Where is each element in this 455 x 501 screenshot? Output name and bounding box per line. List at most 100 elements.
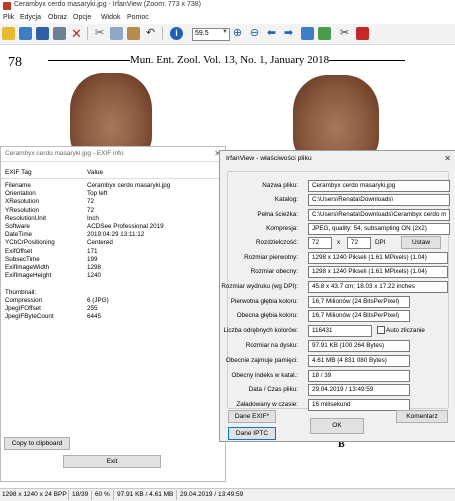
index-label: Obecny indeks w katal.: [231, 372, 299, 379]
colors-count-field[interactable]: 116431 [308, 325, 372, 337]
zoom-in-icon[interactable]: ⊕ [231, 27, 244, 40]
header-rule [48, 60, 130, 61]
exif-table-row[interactable]: XResolution 72 [1, 198, 225, 206]
next-icon[interactable]: ➡ [282, 27, 295, 40]
ok-button[interactable]: OK [310, 418, 364, 434]
disk-size-value: 97.91 KB (100 264 Bytes) [312, 342, 385, 349]
exif-table-row[interactable]: YCbCrPositioning Centered [1, 239, 225, 247]
undo-icon[interactable]: ↶ [144, 27, 157, 40]
disk-size-field[interactable]: 97.91 KB (100 264 Bytes) [308, 340, 410, 352]
original-size-field[interactable]: 1298 x 1240 Pikseli (1.61 MPixels) (1.04… [308, 252, 448, 264]
previous-icon[interactable]: ⬅ [265, 27, 278, 40]
exif-table-row[interactable]: Compression 6 (JPG) [1, 297, 225, 305]
copy-to-clipboard-button[interactable]: Copy to clipboard [4, 437, 70, 450]
print-icon[interactable] [53, 27, 66, 40]
directory-field[interactable]: C:\Users\Renata\Downloads\ [308, 194, 450, 206]
exif-table-row[interactable]: Software ACDSee Professional 2019 [1, 223, 225, 231]
menu-image[interactable]: Obraz [48, 14, 67, 21]
copy-icon[interactable] [110, 27, 123, 40]
exif-value-cell: 199 [87, 255, 98, 263]
divider [1, 161, 225, 162]
dpi-separator: x [337, 239, 341, 246]
dpi-unit-label: DPI [375, 239, 386, 246]
original-size-value: 1298 x 1240 Pikseli (1.61 MPixels) (1.04… [312, 254, 427, 261]
paste-icon[interactable] [127, 27, 140, 40]
slideshow-icon[interactable] [301, 27, 314, 40]
zoom-select[interactable]: 59.5 ▼ [192, 28, 230, 41]
delete-icon[interactable]: ✕ [70, 27, 83, 40]
current-depth-label: Obecna głębia koloru: [236, 312, 298, 319]
dpi-y-field[interactable]: 72 [347, 237, 371, 249]
exit-button[interactable]: Exit [63, 455, 161, 468]
original-depth-field[interactable]: 16,7 Milionów (24 BitsPerPixel) [308, 296, 410, 308]
cut-icon[interactable]: ✂ [93, 27, 106, 40]
iptc-data-button[interactable]: Dane IPTC [228, 427, 276, 440]
exif-data-button[interactable]: Dane EXIF* [228, 410, 276, 423]
gallery-icon[interactable] [19, 27, 32, 40]
exif-value-cell: 72 [87, 206, 95, 214]
file-properties-dialog: IrfanView - właściwości pliku ✕ Nazwa pl… [219, 150, 455, 442]
save-icon[interactable] [36, 27, 49, 40]
exif-table-row[interactable]: YResolution 72 [1, 207, 225, 215]
exif-table-row[interactable]: ExifImageHeight 1240 [1, 272, 225, 280]
exif-table-row[interactable] [1, 280, 225, 288]
iptc-data-label: Dane IPTC [235, 430, 269, 437]
toolbar: ✕ ✂ ↶ i 59.5 ▼ ⊕ ⊖ ⬅ ➡ ✂ [0, 24, 455, 45]
journal-header: Mun. Ent. Zool. Vol. 13, No. 1, January … [48, 54, 448, 66]
exif-table-row[interactable]: DateTime 2019:04:29 13:11:12 [1, 231, 225, 239]
settings-icon[interactable] [318, 27, 331, 40]
menu-edit[interactable]: Edycja [20, 14, 41, 21]
current-size-field[interactable]: 1298 x 1240 Pikseli (1.61 MPixels) (1.04… [308, 266, 448, 278]
open-folder-icon[interactable] [2, 27, 15, 40]
exif-tag-cell: XResolution [5, 198, 39, 206]
set-dpi-button[interactable]: Ustaw [401, 236, 441, 249]
chevron-down-icon: ▼ [222, 29, 228, 35]
close-icon[interactable]: ✕ [444, 154, 451, 163]
load-time-field[interactable]: 16 milisekund [308, 399, 410, 411]
exif-table-row[interactable]: SubsecTime 199 [1, 256, 225, 264]
column-header-tag: EXIF Tag [5, 169, 32, 176]
file-date-field[interactable]: 29.04.2019 / 13:49:59 [308, 384, 410, 396]
tools-icon[interactable]: ✂ [338, 27, 351, 40]
file-date-label: Data / Czas pliku: [248, 386, 298, 393]
info-icon[interactable]: i [170, 27, 183, 40]
exif-tag-cell: Thumbnail: [5, 288, 37, 296]
about-icon[interactable] [356, 27, 369, 40]
menu-view[interactable]: Widok [101, 14, 120, 21]
compression-value: JPEG, quality: 54, subsampling ON (2x2) [312, 225, 427, 232]
colors-count-label: Liczba odrębnych kolorów: [223, 327, 298, 334]
auto-count-checkbox[interactable] [377, 326, 385, 334]
menu-file[interactable]: Plik [3, 14, 14, 21]
print-size-label: Rozmiar wydruku (wg DPI): [221, 283, 298, 290]
current-depth-field[interactable]: 16,7 Milionów (24 BitsPerPixel) [308, 310, 410, 322]
print-size-field[interactable]: 45.8 x 43.7 cm; 18.03 x 17.22 inches [308, 281, 448, 293]
exif-tag-cell: ExifImageHeight [5, 272, 52, 280]
comment-button[interactable]: Komentarz [396, 410, 448, 423]
exif-value-cell: 6445 [87, 313, 102, 321]
dpi-x-field[interactable]: 72 [308, 237, 332, 249]
menu-options[interactable]: Opcje [73, 14, 91, 21]
exif-table-row[interactable]: JpegIFOffset 255 [1, 305, 225, 313]
menu-help[interactable]: Pomoc [127, 14, 149, 21]
exif-table-row[interactable]: Orientation Top left [1, 190, 225, 198]
index-field[interactable]: 18 / 39 [308, 370, 410, 382]
exif-dialog-title: Cerambyx cerdo masaryki.jpg - EXIF info [5, 150, 124, 157]
exif-value-cell: Centered [87, 239, 113, 247]
exif-data-label: Dane EXIF* [234, 413, 270, 420]
exif-table-row[interactable]: JpegIFByteCount 6445 [1, 313, 225, 321]
exif-table-row[interactable]: Filename Cerambyx cerdo masaryki.jpg [1, 182, 225, 190]
memory-field[interactable]: 4.61 MB (4 831 080 Bytes) [308, 355, 410, 367]
compression-field[interactable]: JPEG, quality: 54, subsampling ON (2x2) [308, 223, 450, 235]
colors-count-value: 116431 [312, 327, 333, 334]
full-path-field[interactable]: C:\Users\Renata\Downloads\Cerambyx cerdo… [308, 209, 450, 221]
exif-table-row[interactable]: ExifImageWidth 1298 [1, 264, 225, 272]
header-rule [329, 60, 406, 61]
exif-tag-cell: JpegIFByteCount [5, 313, 54, 321]
exif-table-row[interactable]: Thumbnail: [1, 289, 225, 297]
zoom-out-icon[interactable]: ⊖ [248, 27, 261, 40]
exif-value-cell: Inch [87, 214, 99, 222]
file-name-field[interactable]: Cerambyx cerdo masaryki.jpg [308, 180, 450, 192]
exif-table-row[interactable]: ExifOffset 171 [1, 248, 225, 256]
status-divider [176, 490, 177, 500]
exif-table-row[interactable]: ResolutionUnit Inch [1, 215, 225, 223]
